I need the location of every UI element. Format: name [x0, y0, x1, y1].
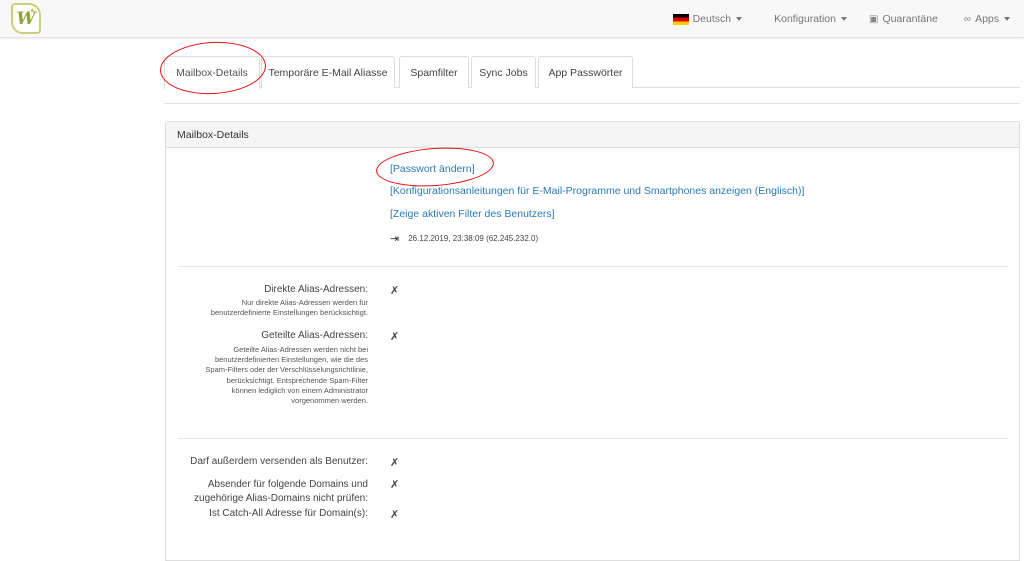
label-line: Absender für folgende Domains und [207, 479, 368, 490]
tab-mailbox-details[interactable]: Mailbox-Details [164, 56, 260, 89]
sender-check-label: Absender für folgende Domains und zugehö… [194, 478, 368, 506]
change-password-link[interactable]: [Passwort ändern] [390, 163, 475, 175]
help-line: benutzerdefinierte Einstellungen berücks… [210, 308, 368, 318]
apps-label: Apps [975, 13, 999, 25]
section-divider [178, 266, 1008, 267]
shared-alias-help: Geteilte Alias-Adressen werden nicht bei… [205, 345, 368, 406]
german-flag-icon [672, 13, 689, 25]
tab-sync-jobs[interactable]: Sync Jobs [471, 56, 536, 88]
catch-all-value: ✗ [390, 509, 400, 521]
direct-alias-label: Direkte Alias-Adressen: [264, 284, 368, 295]
panel-title: Mailbox-Details [166, 122, 1019, 148]
help-line: vorgenommen werden. [291, 396, 368, 406]
chevron-down-icon [841, 17, 847, 21]
language-label: Deutsch [692, 13, 732, 25]
send-as-value: ✗ [390, 457, 400, 469]
help-line: berücksichtigt. Entsprechende Spam-Filte… [226, 375, 368, 385]
chevron-down-icon [736, 17, 743, 21]
tab-label: Sync Jobs [479, 66, 528, 79]
tab-label: Spamfilter [410, 66, 458, 79]
tab-label: Temporäre E-Mail Aliasse [268, 66, 388, 79]
help-line: benutzerdefinierten Einstellungen, wie d… [214, 355, 368, 365]
tab-spamfilter[interactable]: Spamfilter [399, 56, 469, 88]
briefcase-icon: ▣ [869, 13, 879, 25]
help-line: Nur direkte Alias-Adressen werden für [241, 298, 368, 307]
tab-label: Mailbox-Details [176, 67, 248, 79]
sparkle-icon: ✦ [29, 8, 35, 15]
tab-temporary-aliases[interactable]: Temporäre E-Mail Aliasse [261, 56, 395, 88]
shared-alias-label: Geteilte Alias-Adressen: [261, 330, 368, 341]
last-login: ⇥ 26.12.2019, 23:38:09 (62.245.232.0) [390, 232, 538, 245]
brand-logo[interactable]: W ✦ [11, 3, 41, 34]
configuration-label: Konfiguration [774, 13, 836, 25]
link-icon: ∞ [963, 13, 972, 25]
config-guides-link[interactable]: [Konfigurationsanleitungen für E-Mail-Pr… [390, 185, 804, 197]
help-line: können lediglich von einem Administrator [231, 385, 368, 395]
direct-alias-value: ✗ [390, 285, 400, 297]
active-filter-link[interactable]: [Zeige aktiven Filter des Benutzers] [390, 208, 555, 220]
last-login-text: 26.12.2019, 23:38:09 (62.245.232.0) [408, 234, 539, 243]
help-line: Geteilte Alias-Adressen werden nicht bei [233, 345, 368, 354]
quarantine-label: Quarantäne [882, 13, 938, 25]
top-navbar: W ✦ Deutsch Konfiguration ▣ Quarantäne ∞… [0, 0, 1024, 38]
direct-alias-help: Nur direkte Alias-Adressen werden für be… [211, 298, 368, 318]
apps-dropdown[interactable]: ∞ Apps [953, 13, 1024, 25]
divider [164, 103, 1020, 104]
chevron-down-icon [1004, 17, 1010, 21]
tab-bar: Mailbox-Details Temporäre E-Mail Aliasse… [164, 56, 1020, 89]
send-as-label: Darf außerdem versenden als Benutzer: [190, 456, 368, 467]
sign-in-icon: ⇥ [390, 233, 400, 245]
tab-app-passwords[interactable]: App Passwörter [538, 56, 633, 88]
configuration-dropdown[interactable]: Konfiguration [763, 13, 858, 25]
tab-label: App Passwörter [548, 66, 623, 79]
language-dropdown[interactable]: Deutsch [662, 13, 754, 25]
shared-alias-value: ✗ [390, 331, 400, 343]
help-line: Spam-Filters oder der Verschlüsselungsri… [205, 365, 368, 375]
label-line: zugehörige Alias-Domains nicht prüfen: [194, 493, 368, 504]
navbar-menu: Deutsch Konfiguration ▣ Quarantäne ∞ App… [662, 0, 1024, 38]
section-divider [178, 438, 1008, 439]
catch-all-label: Ist Catch-All Adresse für Domain(s): [209, 508, 368, 519]
quarantine-link[interactable]: ▣ Quarantäne [858, 13, 949, 25]
sender-check-value: ✗ [390, 479, 400, 491]
